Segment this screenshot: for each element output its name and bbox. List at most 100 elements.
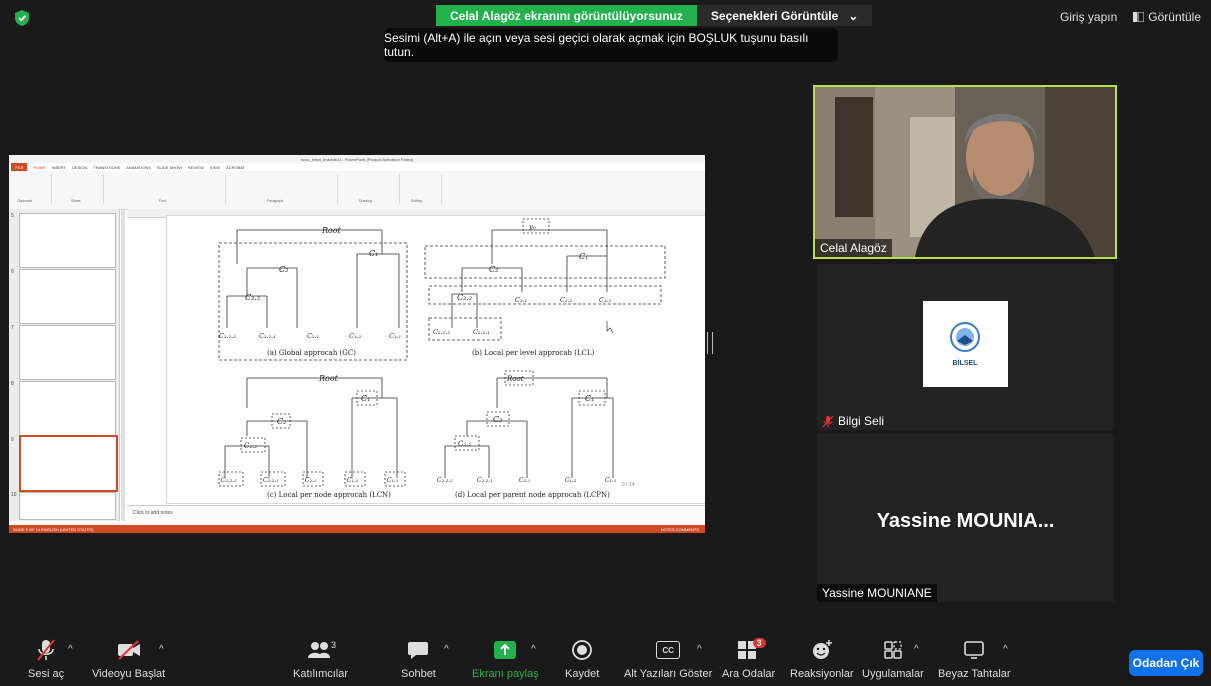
participant-tile-yassine[interactable]: Yassine MOUNIA... Yassine MOUNIANE — [817, 434, 1114, 602]
ppt-tab-view[interactable]: VIEW — [210, 165, 220, 170]
participant-name: Bilgi Seli — [838, 414, 885, 428]
svg-text:C₂.₂.₁: C₂.₂.₁ — [473, 328, 490, 336]
participant-video-tile[interactable]: Celal Alagöz — [813, 85, 1117, 259]
profile-logo: BİLSEL — [923, 301, 1008, 387]
svg-text:C₁: C₁ — [579, 252, 588, 261]
video-off-icon — [117, 640, 140, 660]
muted-mic-icon — [37, 639, 55, 661]
slide-thumbnail[interactable] — [19, 381, 116, 436]
ppt-status-bar: SLIDE 9 OF 14 ENGLISH (UNITED STATES) NO… — [9, 525, 705, 533]
participants-button[interactable]: 3 Katılımcılar — [293, 638, 348, 680]
svg-text:C₂.₂.₂: C₂.₂.₂ — [219, 332, 236, 340]
view-button[interactable]: Görüntüle — [1133, 10, 1201, 24]
ppt-tab-transitions[interactable]: TRANSITIONS — [93, 165, 120, 170]
svg-text:Root: Root — [318, 374, 339, 383]
thumb-number: 5 — [11, 213, 14, 219]
whiteboard-icon — [964, 641, 985, 659]
svg-text:C₂.₁: C₂.₁ — [307, 332, 319, 340]
ppt-tab-insert[interactable]: INSERT — [51, 165, 66, 170]
split-handle[interactable] — [707, 332, 713, 354]
svg-text:C₁.₂: C₁.₂ — [347, 477, 359, 484]
slide-thumbnail[interactable] — [19, 269, 116, 324]
thumb-number: 10 — [11, 492, 17, 498]
breakout-rooms-button[interactable]: 3 Ara Odalar — [722, 638, 775, 680]
ppt-tab-file[interactable]: FILE — [11, 163, 28, 171]
ppt-tab-animations[interactable]: ANIMATIONS — [126, 165, 151, 170]
mouse-cursor-icon — [606, 321, 614, 334]
unmute-button[interactable]: Sesi aç — [28, 638, 64, 680]
ppt-tab-home[interactable]: HOME — [33, 165, 45, 170]
svg-text:C₂.₂.₁: C₂.₂.₁ — [259, 332, 276, 340]
participant-video-feed — [815, 87, 1115, 257]
svg-text:Root: Root — [321, 226, 342, 235]
shield-icon[interactable] — [14, 9, 30, 27]
slide-thumbnail[interactable] — [19, 492, 116, 520]
status-left: SLIDE 9 OF 14 ENGLISH (UNITED STATES) — [13, 526, 94, 532]
view-options-button[interactable]: Seçenekleri Görüntüle ⌄ — [696, 5, 873, 26]
thumb-number: 9 — [11, 437, 14, 443]
svg-text:C₂.₂.₂: C₂.₂.₂ — [433, 328, 450, 336]
chat-options-caret[interactable]: ^ — [444, 644, 449, 655]
slide-thumbnail-active[interactable] — [19, 435, 118, 492]
shared-screen[interactable]: sunu_bilsel_kvadrile23 - PowerPoint (Pro… — [9, 155, 705, 533]
reactions-button[interactable]: Reaksiyonlar — [790, 638, 854, 680]
start-video-button[interactable]: Videoyu Başlat — [92, 638, 165, 680]
svg-text:C₁: C₁ — [585, 394, 594, 403]
participants-icon: 3 — [307, 640, 336, 658]
ppt-tab-slideshow[interactable]: SLIDE SHOW — [157, 165, 182, 170]
svg-text:C₁.₂: C₁.₂ — [565, 477, 577, 484]
ribbon-group-editing: Editing — [401, 174, 442, 204]
thumbnail-scrollbar[interactable] — [121, 209, 125, 521]
share-screen-label: Ekranı paylaş — [472, 668, 539, 680]
signin-link[interactable]: Giriş yapın — [1060, 10, 1117, 24]
ppt-ribbon-tabs: FILE HOME INSERT DESIGN TRANSITIONS ANIM… — [9, 163, 705, 171]
slide-canvas[interactable]: Root C₁ C₂ C₂.₂ C₂.₂.₂ C₂.₂.₁ C₂.₁ C₁.₂ … — [166, 215, 705, 504]
share-options-caret[interactable]: ^ — [531, 644, 536, 655]
breakout-rooms-label: Ara Odalar — [722, 668, 776, 680]
svg-text:C₂: C₂ — [279, 265, 288, 274]
caption-lcn: (c) Local per node approcah (LCN) — [267, 491, 391, 499]
sharing-indicator: Celal Alagöz ekranını görüntülüyorsunuz — [436, 5, 697, 26]
participants-count: 3 — [331, 640, 336, 650]
ppt-tab-design[interactable]: DESIGN — [72, 165, 87, 170]
breakout-badge: 3 — [752, 638, 766, 648]
audio-options-caret[interactable]: ^ — [68, 644, 73, 655]
chat-label: Sohbet — [401, 668, 436, 680]
record-icon — [572, 640, 593, 660]
slide-page-number: 9 / 14 — [622, 482, 635, 488]
ppt-title-bar: sunu_bilsel_kvadrile23 - PowerPoint (Pro… — [9, 155, 705, 163]
ribbon-group-label: Editing — [411, 199, 422, 203]
mute-hint-tooltip: Sesimi (Alt+A) ile açın veya sesi geçici… — [384, 28, 838, 62]
status-right: NOTES COMMENTS — [660, 526, 699, 532]
slide-thumbnail[interactable] — [19, 325, 116, 380]
slide-thumbnails-pane[interactable]: 5 6 7 8 9 10 — [9, 209, 120, 521]
record-button[interactable]: Kaydet — [565, 638, 599, 680]
ribbon-group-label: Slides — [71, 199, 81, 203]
ribbon-group-paragraph: Paragraph — [227, 174, 338, 204]
chat-icon — [408, 642, 429, 659]
caption-global: (a) Global approcah (GC) — [267, 349, 356, 357]
view-label: Görüntüle — [1148, 10, 1201, 24]
participant-tile-bilgi-seli[interactable]: BİLSEL Bilgi Seli — [817, 264, 1114, 430]
notes-pane[interactable]: Click to add notes — [127, 505, 705, 520]
view-options-label: Seçenekleri Görüntüle — [710, 8, 839, 23]
chat-button[interactable]: Sohbet — [401, 638, 436, 680]
ribbon-group-label: Font — [159, 199, 167, 203]
record-label: Kaydet — [565, 668, 600, 680]
svg-text:C₂: C₂ — [489, 265, 498, 274]
apps-options-caret[interactable]: ^ — [914, 644, 919, 655]
ppt-window-title: sunu_bilsel_kvadrile23 - PowerPoint (Pro… — [300, 156, 414, 162]
svg-text:C₂.₂: C₂.₂ — [244, 442, 257, 450]
share-screen-button[interactable]: Ekranı paylaş — [472, 638, 539, 680]
hierarchy-diagram: Root C₁ C₂ C₂.₂ C₂.₂.₂ C₂.₂.₁ C₂.₁ C₁.₂ … — [218, 218, 666, 487]
thumb-number: 6 — [11, 269, 14, 275]
whiteboards-options-caret[interactable]: ^ — [1003, 644, 1008, 655]
ribbon-group-drawing: Drawing — [339, 174, 400, 204]
leave-meeting-button[interactable]: Odadan Çık — [1129, 650, 1203, 676]
captions-options-caret[interactable]: ^ — [697, 644, 702, 655]
ppt-tab-review[interactable]: REVIEW — [188, 165, 204, 170]
video-options-caret[interactable]: ^ — [159, 644, 164, 655]
ppt-tab-acrobat[interactable]: ACROBAT — [226, 165, 245, 170]
whiteboards-button[interactable]: Beyaz Tahtalar — [938, 638, 1011, 680]
slide-thumbnail[interactable] — [19, 213, 116, 268]
